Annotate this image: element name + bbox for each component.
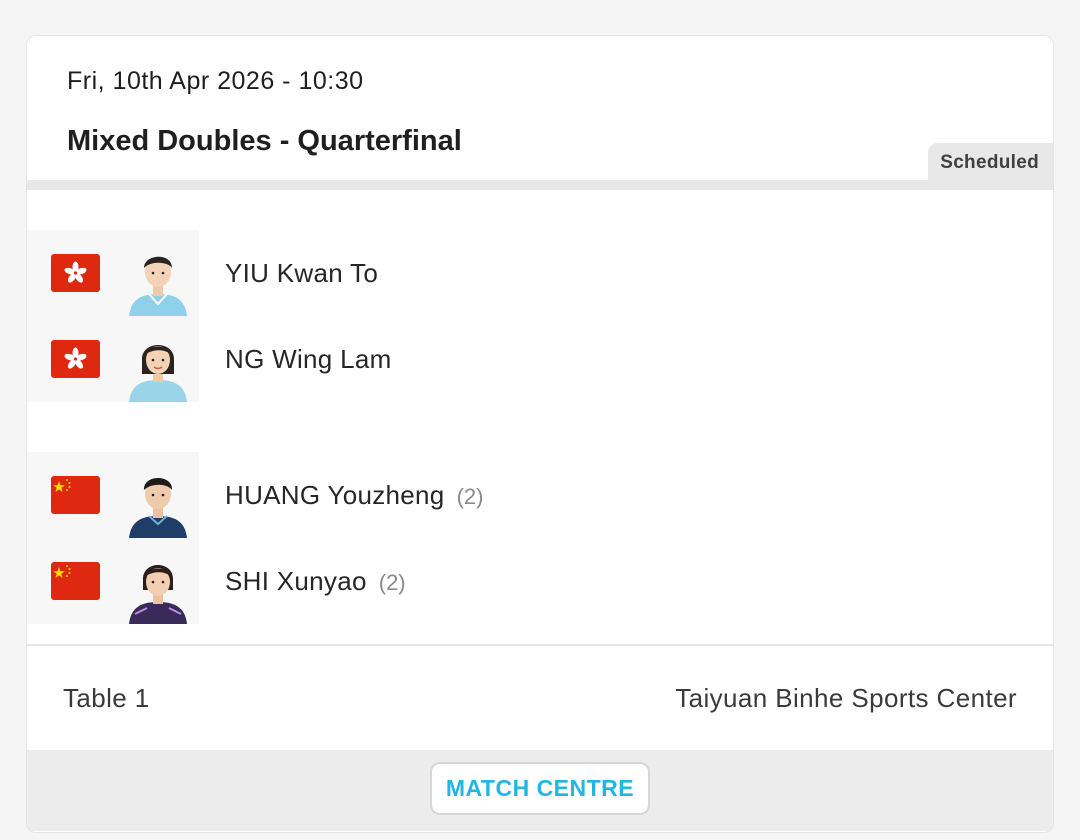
player-row: SHI Xunyao (2) (27, 538, 1053, 624)
player-seed: (2) (378, 569, 406, 595)
player-row: NG Wing Lam (27, 316, 1053, 402)
team-1: YIU Kwan To NG Wing Lam (27, 230, 1053, 402)
players-section: YIU Kwan To NG Wing Lam HUANG Youzheng (… (27, 190, 1053, 646)
player-name: HUANG Youzheng (225, 479, 445, 510)
player-name: SHI Xunyao (225, 565, 367, 596)
player-name: NG Wing Lam (225, 343, 392, 374)
match-card: Fri, 10th Apr 2026 - 10:30 Mixed Doubles… (26, 35, 1054, 833)
player-avatar (127, 330, 189, 402)
team-2: HUANG Youzheng (2) SHI Xunyao (2) (27, 452, 1053, 624)
player-seed: (2) (456, 483, 484, 509)
player-name: YIU Kwan To (225, 257, 379, 288)
match-centre-button[interactable]: MATCH CENTRE (430, 762, 650, 815)
player-row: HUANG Youzheng (2) (27, 452, 1053, 538)
player-row: YIU Kwan To (27, 230, 1053, 316)
player-avatar (127, 466, 189, 538)
match-datetime: Fri, 10th Apr 2026 - 10:30 (67, 67, 364, 95)
table-label: Table 1 (63, 682, 150, 713)
hong-kong-flag-icon (51, 340, 100, 378)
player-avatar (127, 244, 189, 316)
match-header: Fri, 10th Apr 2026 - 10:30 Mixed Doubles… (27, 36, 1053, 180)
status-badge: Scheduled (928, 143, 1053, 180)
header-divider (27, 180, 1053, 190)
hong-kong-flag-icon (51, 254, 100, 292)
china-flag-icon (51, 476, 100, 514)
china-flag-icon (51, 562, 100, 600)
match-title: Mixed Doubles - Quarterfinal (67, 125, 462, 157)
venue-label: Taiyuan Binhe Sports Center (675, 682, 1017, 713)
player-avatar (127, 552, 189, 624)
action-bar: MATCH CENTRE (27, 750, 1053, 831)
match-footer: Table 1 Taiyuan Binhe Sports Center (27, 646, 1053, 750)
